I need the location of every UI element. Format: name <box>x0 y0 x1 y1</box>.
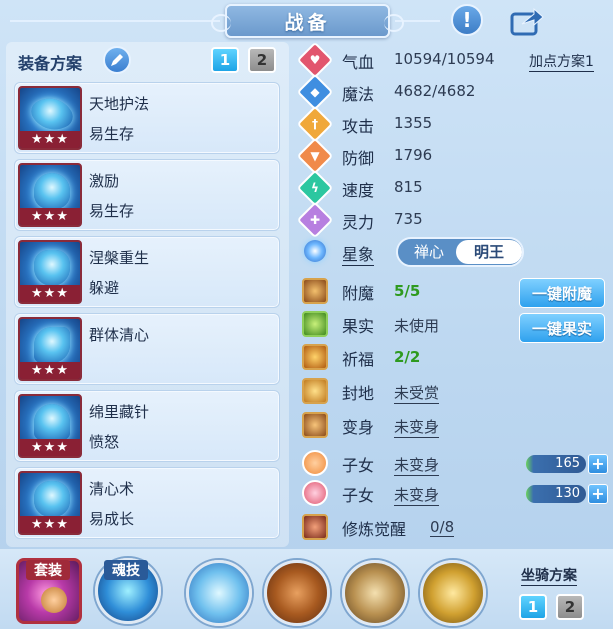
star-sign-icon <box>304 240 326 262</box>
stat-value: 1796 <box>394 146 433 164</box>
enchant-icon <box>302 278 328 304</box>
mount-plan-2-button[interactable]: 2 <box>556 594 584 620</box>
mount-slot-4[interactable] <box>420 560 486 626</box>
equip-card-sub: 躲避 <box>89 279 120 297</box>
equip-card-name: 群体清心 <box>89 326 150 344</box>
skill-icon: ★★★ <box>18 317 82 381</box>
blessing-icon <box>302 344 328 370</box>
spirit-icon: ✚ <box>296 201 334 239</box>
title-decor-left <box>10 20 220 22</box>
equip-card-sub: 易成长 <box>89 510 135 528</box>
stat-label: 防御 <box>342 149 375 168</box>
lightning-icon: ϟ <box>296 169 334 207</box>
equip-card-sub: 易生存 <box>89 202 135 220</box>
cultivation-link[interactable]: 0/8 <box>430 518 455 537</box>
exclamation-icon[interactable]: ! <box>451 4 483 36</box>
equip-card-name: 激励 <box>89 172 120 190</box>
equip-card-sub: 愤怒 <box>89 433 120 451</box>
stat-label: 攻击 <box>342 117 375 136</box>
stat-row-mp: ◆ 魔法 4682/4682 <box>296 73 610 111</box>
child-icon <box>302 480 328 506</box>
extra-row-transform: 变身 未变身 <box>300 412 610 440</box>
skill-icon: ★★★ <box>18 394 82 458</box>
equipment-plan-title: 装备方案 <box>18 54 83 73</box>
fief-link[interactable]: 未受赏 <box>394 382 440 404</box>
child-2-link[interactable]: 未变身 <box>394 484 440 506</box>
extra-row-blessing: 祈福 2/2 <box>300 344 610 372</box>
stat-row-attack: † 攻击 1355 <box>296 105 610 143</box>
stat-value: 1355 <box>394 114 433 132</box>
stat-row-speed: ϟ 速度 815 <box>296 169 610 207</box>
skill-icon: ★★★ <box>18 163 82 227</box>
equip-card-3[interactable]: ★★★ 涅槃重生 躲避 <box>14 236 280 308</box>
transform-link[interactable]: 未变身 <box>394 416 440 438</box>
equip-card-sub: 易生存 <box>89 125 135 143</box>
mount-slot-3[interactable] <box>342 560 408 626</box>
stat-row-spirit: ✚ 灵力 735 <box>296 201 610 239</box>
share-icon[interactable] <box>510 6 544 36</box>
stat-row-defense: ▼ 防御 1796 <box>296 137 610 175</box>
set-label: 套装 <box>26 560 70 580</box>
star-sign-label[interactable]: 星象 <box>342 241 375 266</box>
child-2-value: 130 <box>526 485 586 503</box>
edit-pen-button[interactable] <box>103 46 131 74</box>
mount-plan-1-button[interactable]: 1 <box>519 594 547 620</box>
equip-card-name: 涅槃重生 <box>89 249 150 267</box>
skill-icon: ★★★ <box>18 86 82 150</box>
star-sign-toggle[interactable]: 禅心 明王 <box>396 237 524 267</box>
equip-card-1[interactable]: ★★★ 天地护法 易生存 <box>14 82 280 154</box>
skill-icon: ★★★ <box>18 240 82 304</box>
child-1-plus-button[interactable]: + <box>588 454 608 474</box>
child-1-value: 165 <box>526 455 586 473</box>
stat-label: 速度 <box>342 181 375 200</box>
equip-card-name: 清心术 <box>89 480 135 498</box>
soul-label: 魂技 <box>104 560 148 580</box>
stat-label: 灵力 <box>342 213 375 232</box>
sword-icon: † <box>296 105 334 143</box>
stat-row-hp: ♥ 气血 10594/10594 <box>296 41 610 79</box>
child-2-plus-button[interactable]: + <box>588 484 608 504</box>
one-key-fruit-button[interactable]: 一键果实 <box>519 313 605 343</box>
equip-card-name: 天地护法 <box>89 95 150 113</box>
stat-value: 815 <box>394 178 423 196</box>
equip-plan-2-button[interactable]: 2 <box>248 47 276 73</box>
equip-card-6[interactable]: ★★★ 清心术 易成长 <box>14 467 280 539</box>
mount-plan-title: 坐骑方案 <box>521 565 577 586</box>
hand-icon <box>41 587 67 613</box>
stat-label: 魔法 <box>342 85 375 104</box>
stat-label: 气血 <box>342 53 375 72</box>
cultivation-icon <box>302 514 328 540</box>
title-banner: 战备 <box>211 4 404 38</box>
equip-card-5[interactable]: ★★★ 绵里藏针 愤怒 <box>14 390 280 462</box>
transform-icon <box>302 412 328 438</box>
equip-card-2[interactable]: ★★★ 激励 易生存 <box>14 159 280 231</box>
mana-icon: ◆ <box>296 73 334 111</box>
page-title: 战备 <box>284 11 331 34</box>
extra-row-cultivation: 修炼觉醒 0/8 <box>300 514 610 542</box>
child-1-link[interactable]: 未变身 <box>394 454 440 476</box>
stat-value: 10594/10594 <box>394 50 495 68</box>
equip-card-name: 绵里藏针 <box>89 403 150 421</box>
heart-icon: ♥ <box>296 41 334 79</box>
fief-icon <box>302 378 328 404</box>
skill-icon: ★★★ <box>18 471 82 535</box>
one-key-enchant-button[interactable]: 一键附魔 <box>519 278 605 308</box>
equip-plan-1-button[interactable]: 1 <box>211 47 239 73</box>
stat-value: 4682/4682 <box>394 82 476 100</box>
pen-icon <box>111 54 123 66</box>
extra-row-fief: 封地 未受赏 <box>300 378 610 406</box>
shield-icon: ▼ <box>296 137 334 175</box>
fruit-icon <box>302 311 328 337</box>
star-option-chanxin[interactable]: 禅心 <box>402 239 456 265</box>
mount-slot-2[interactable] <box>264 560 330 626</box>
child-icon <box>302 450 328 476</box>
stat-value: 735 <box>394 210 423 228</box>
equip-card-4[interactable]: ★★★ 群体清心 <box>14 313 280 385</box>
mount-slot-1[interactable] <box>186 560 252 626</box>
star-option-mingwang[interactable]: 明王 <box>456 240 522 264</box>
